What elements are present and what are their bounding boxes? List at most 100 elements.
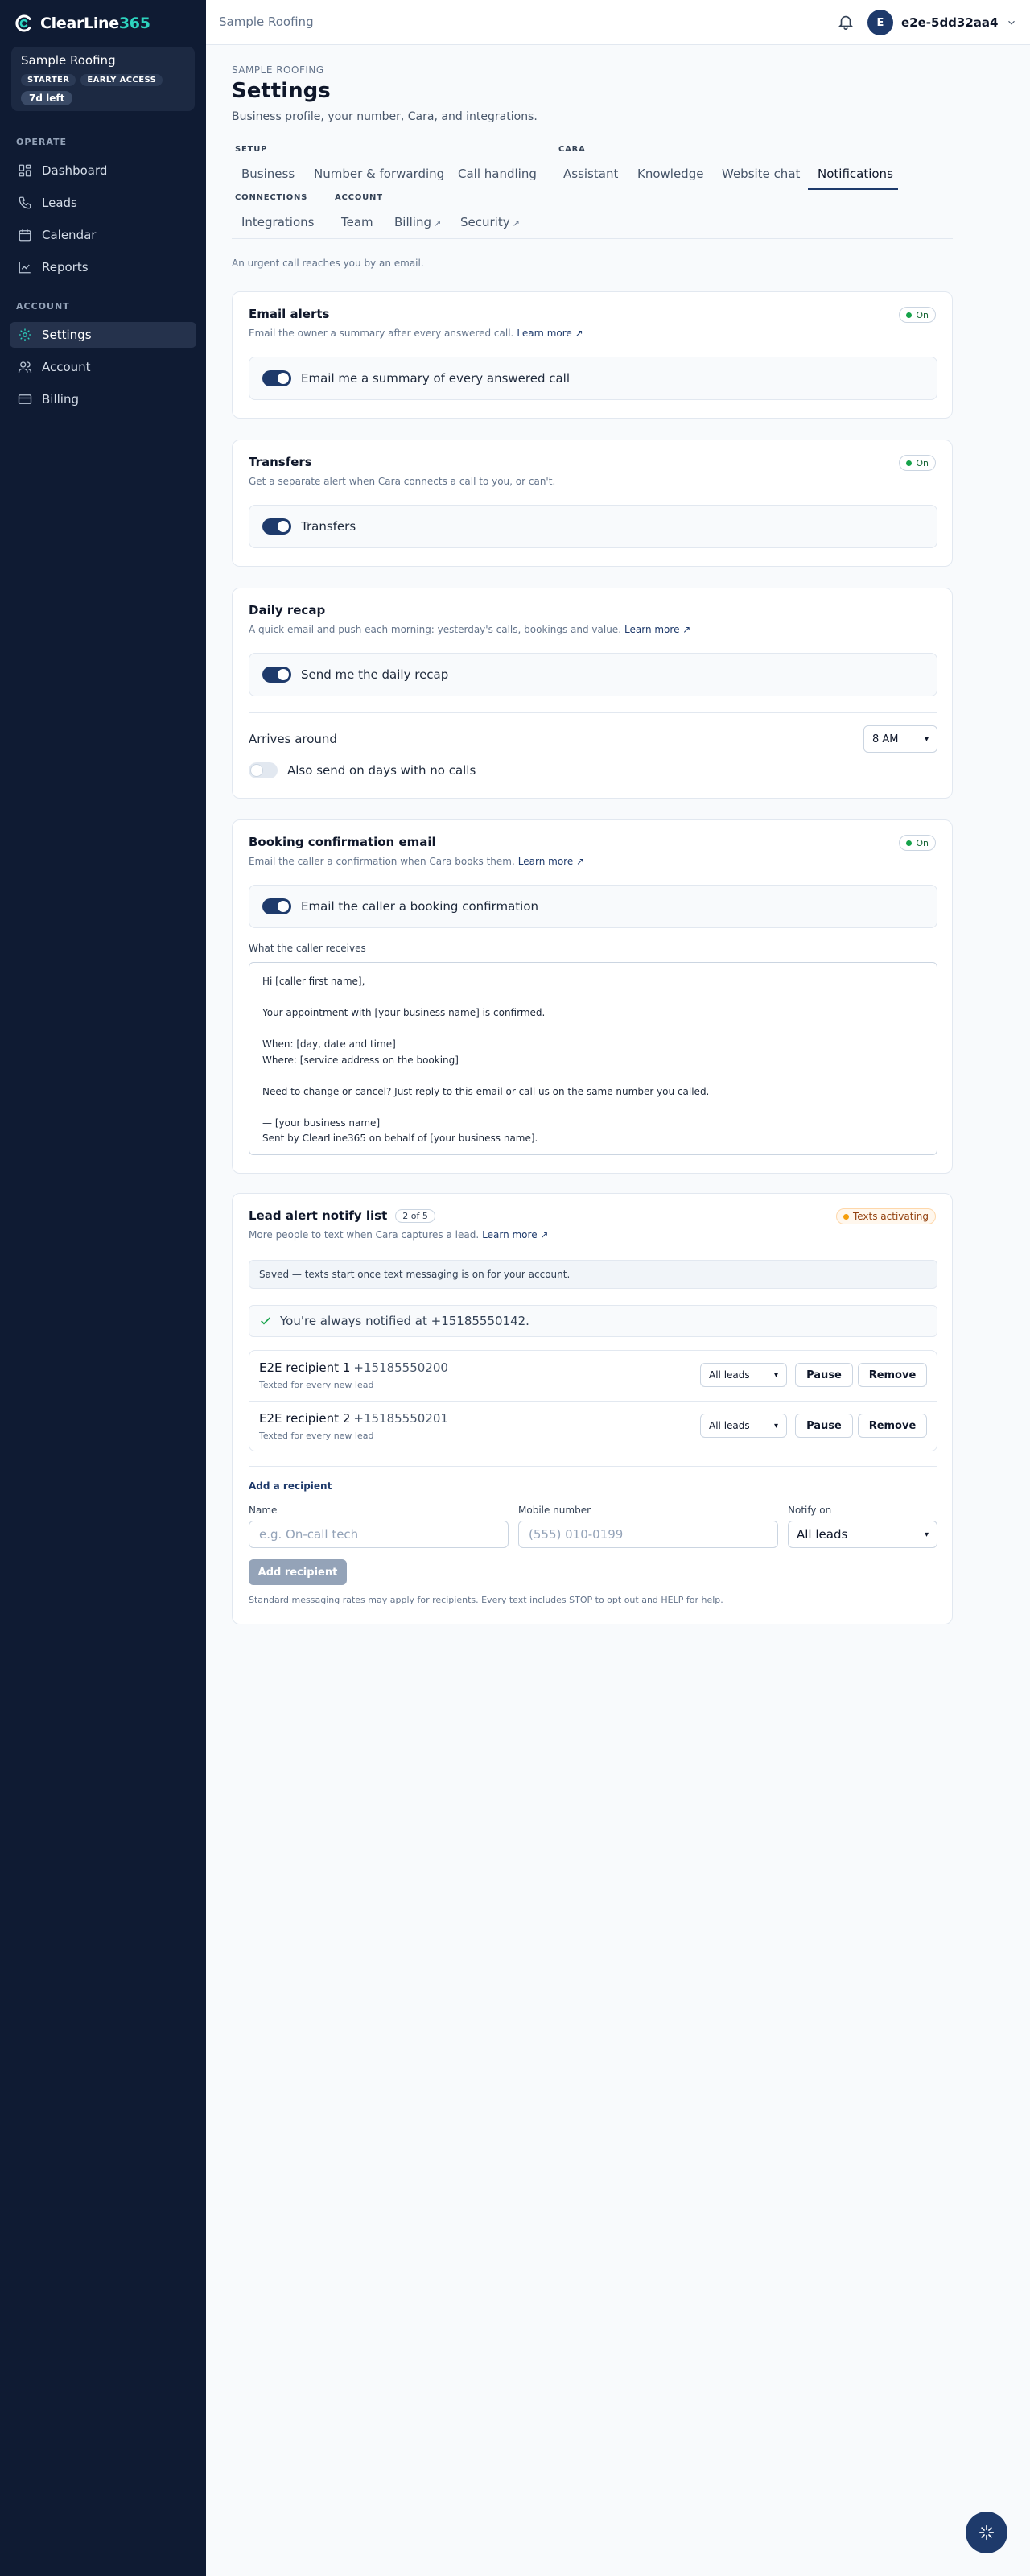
avatar: E [867, 10, 893, 35]
always-notified-banner: You're always notified at +15185550142. [249, 1305, 937, 1337]
email-summary-row[interactable]: Email me a summary of every answered cal… [249, 357, 937, 400]
daily-recap-row[interactable]: Send me the daily recap [249, 653, 937, 696]
transfers-row[interactable]: Transfers [249, 505, 937, 548]
nav-item-calendar[interactable]: Calendar [10, 222, 196, 248]
remove-button[interactable]: Remove [858, 1363, 927, 1387]
learn-more-link[interactable]: Learn more ↗ [518, 856, 584, 867]
nav-item-billing[interactable]: Billing [10, 386, 196, 412]
tab-group-account: ACCOUNT [335, 193, 383, 202]
tab-integrations[interactable]: Integrations [241, 215, 314, 229]
tab-billing[interactable]: Billing ↗ [394, 215, 441, 229]
learn-more-link[interactable]: Learn more ↗ [517, 328, 583, 339]
bell-icon[interactable] [837, 13, 855, 31]
dashboard-icon [19, 164, 31, 177]
logo[interactable]: ClearLine365 [14, 14, 150, 33]
recipient-subtext: Texted for every new lead [259, 1430, 374, 1441]
recipient-row: E2E recipient 2 +15185550201 Texted for e… [249, 1401, 937, 1451]
recipient-subtext: Texted for every new lead [259, 1380, 374, 1390]
saved-notice: Saved — texts start once text messaging … [249, 1260, 937, 1289]
tab-business[interactable]: Business [241, 167, 295, 181]
confirmation-template-textarea[interactable]: Hi [caller first name], Your appointment… [249, 962, 937, 1155]
tab-security-label: Security [460, 215, 510, 229]
card-title: Email alerts [249, 307, 330, 321]
chart-icon [19, 262, 31, 274]
recipient-list: E2E recipient 1 +15185550200 Texted for e… [249, 1350, 937, 1451]
user-name: e2e-5dd32aa4 [901, 15, 999, 30]
user-menu[interactable]: E e2e-5dd32aa4 [867, 10, 1017, 35]
title-text: Lead alert notify list [249, 1208, 388, 1223]
card-title: Transfers [249, 455, 312, 469]
select-value: All leads [797, 1527, 848, 1542]
tab-notifications[interactable]: Notifications [818, 167, 893, 181]
lead-alerts-card: Lead alert notify list 2 of 5 Texts activ… [232, 1193, 953, 1624]
org-switcher[interactable]: Sample Roofing STARTER EARLY ACCESS 7d l… [11, 47, 195, 111]
nav-label: Account [42, 360, 91, 374]
booking-confirmation-row[interactable]: Email the caller a booking confirmation [249, 885, 937, 928]
tab-website-chat[interactable]: Website chat [722, 167, 800, 181]
brand-name: ClearLine365 [40, 14, 150, 32]
card-description: Email the caller a confirmation when Car… [249, 856, 584, 867]
description-text: Email the caller a confirmation when Car… [249, 856, 515, 867]
email-summary-toggle[interactable] [262, 370, 291, 386]
tab-call-handling[interactable]: Call handling [458, 167, 537, 181]
page-subtitle: Business profile, your number, Cara, and… [232, 110, 538, 123]
pause-button[interactable]: Pause [795, 1414, 853, 1438]
learn-more-link[interactable]: Learn more ↗ [482, 1229, 548, 1241]
gear-icon [19, 328, 31, 341]
card-title: Booking confirmation email [249, 835, 436, 849]
tab-group-cara: CARA [558, 145, 586, 154]
toggle-label: Send me the daily recap [301, 667, 449, 682]
tab-assistant[interactable]: Assistant [563, 167, 618, 181]
breadcrumb[interactable]: Sample Roofing [219, 14, 314, 29]
chevron-down-icon: ▾ [924, 1530, 929, 1539]
arrives-time-select[interactable]: 8 AM ▾ [863, 725, 937, 753]
status-text: On [916, 457, 929, 469]
tab-security[interactable]: Security ↗ [460, 215, 520, 229]
sparkle-icon [978, 2524, 995, 2541]
early-access-badge: EARLY ACCESS [80, 74, 163, 86]
name-text: E2E recipient 1 [259, 1360, 351, 1375]
notify-on-select[interactable]: All leads ▾ [788, 1521, 937, 1548]
tab-team[interactable]: Team [341, 215, 373, 229]
nav-section-account: ACCOUNT [16, 301, 70, 312]
daily-recap-card: Daily recap A quick email and push each … [232, 588, 953, 799]
nav-item-dashboard[interactable]: Dashboard [10, 158, 196, 184]
status-badge: On [899, 455, 936, 471]
recipient-notify-select[interactable]: All leads ▾ [700, 1363, 787, 1387]
card-title: Lead alert notify list 2 of 5 [249, 1208, 435, 1223]
description-text: Email the owner a summary after every an… [249, 328, 514, 339]
no-calls-row[interactable]: Also send on days with no calls [249, 762, 476, 778]
check-icon [261, 1317, 270, 1325]
recipient-mobile-input[interactable]: (555) 010-0199 [518, 1521, 778, 1548]
toggle-label: Email me a summary of every answered cal… [301, 371, 571, 386]
recipient-phone: +15185550200 [353, 1360, 448, 1375]
nav-item-leads[interactable]: Leads [10, 190, 196, 216]
nav-item-account[interactable]: Account [10, 354, 196, 380]
description-text: A quick email and push each morning: yes… [249, 624, 622, 635]
card-title: Daily recap [249, 603, 326, 617]
tab-knowledge[interactable]: Knowledge [637, 167, 703, 181]
messaging-footnote: Standard messaging rates may apply for r… [249, 1595, 723, 1605]
recipient-name-input[interactable]: e.g. On-call tech [249, 1521, 509, 1548]
daily-recap-toggle[interactable] [262, 667, 291, 683]
learn-more-link[interactable]: Learn more ↗ [624, 624, 690, 635]
no-calls-toggle[interactable] [249, 762, 278, 778]
nav-section-operate: OPERATE [16, 137, 68, 147]
select-value: All leads [709, 1420, 750, 1431]
card-description: More people to text when Cara captures a… [249, 1229, 548, 1241]
booking-confirmation-toggle[interactable] [262, 898, 291, 914]
transfers-toggle[interactable] [262, 518, 291, 535]
recipient-notify-select[interactable]: All leads ▾ [700, 1414, 787, 1438]
add-recipient-button[interactable]: Add recipient [249, 1559, 347, 1585]
tab-number-forwarding[interactable]: Number & forwarding [314, 167, 444, 181]
remove-button[interactable]: Remove [858, 1414, 927, 1438]
plan-badge: STARTER [21, 74, 76, 86]
card-description: A quick email and push each morning: yes… [249, 624, 690, 635]
recipient-phone: +15185550201 [353, 1411, 448, 1426]
assistant-fab[interactable] [966, 2512, 1007, 2553]
booking-confirmation-card: Booking confirmation email On Email the … [232, 819, 953, 1174]
recipient-row: E2E recipient 1 +15185550200 Texted for e… [249, 1351, 937, 1401]
nav-item-settings[interactable]: Settings [10, 322, 196, 348]
pause-button[interactable]: Pause [795, 1363, 853, 1387]
nav-item-reports[interactable]: Reports [10, 254, 196, 280]
